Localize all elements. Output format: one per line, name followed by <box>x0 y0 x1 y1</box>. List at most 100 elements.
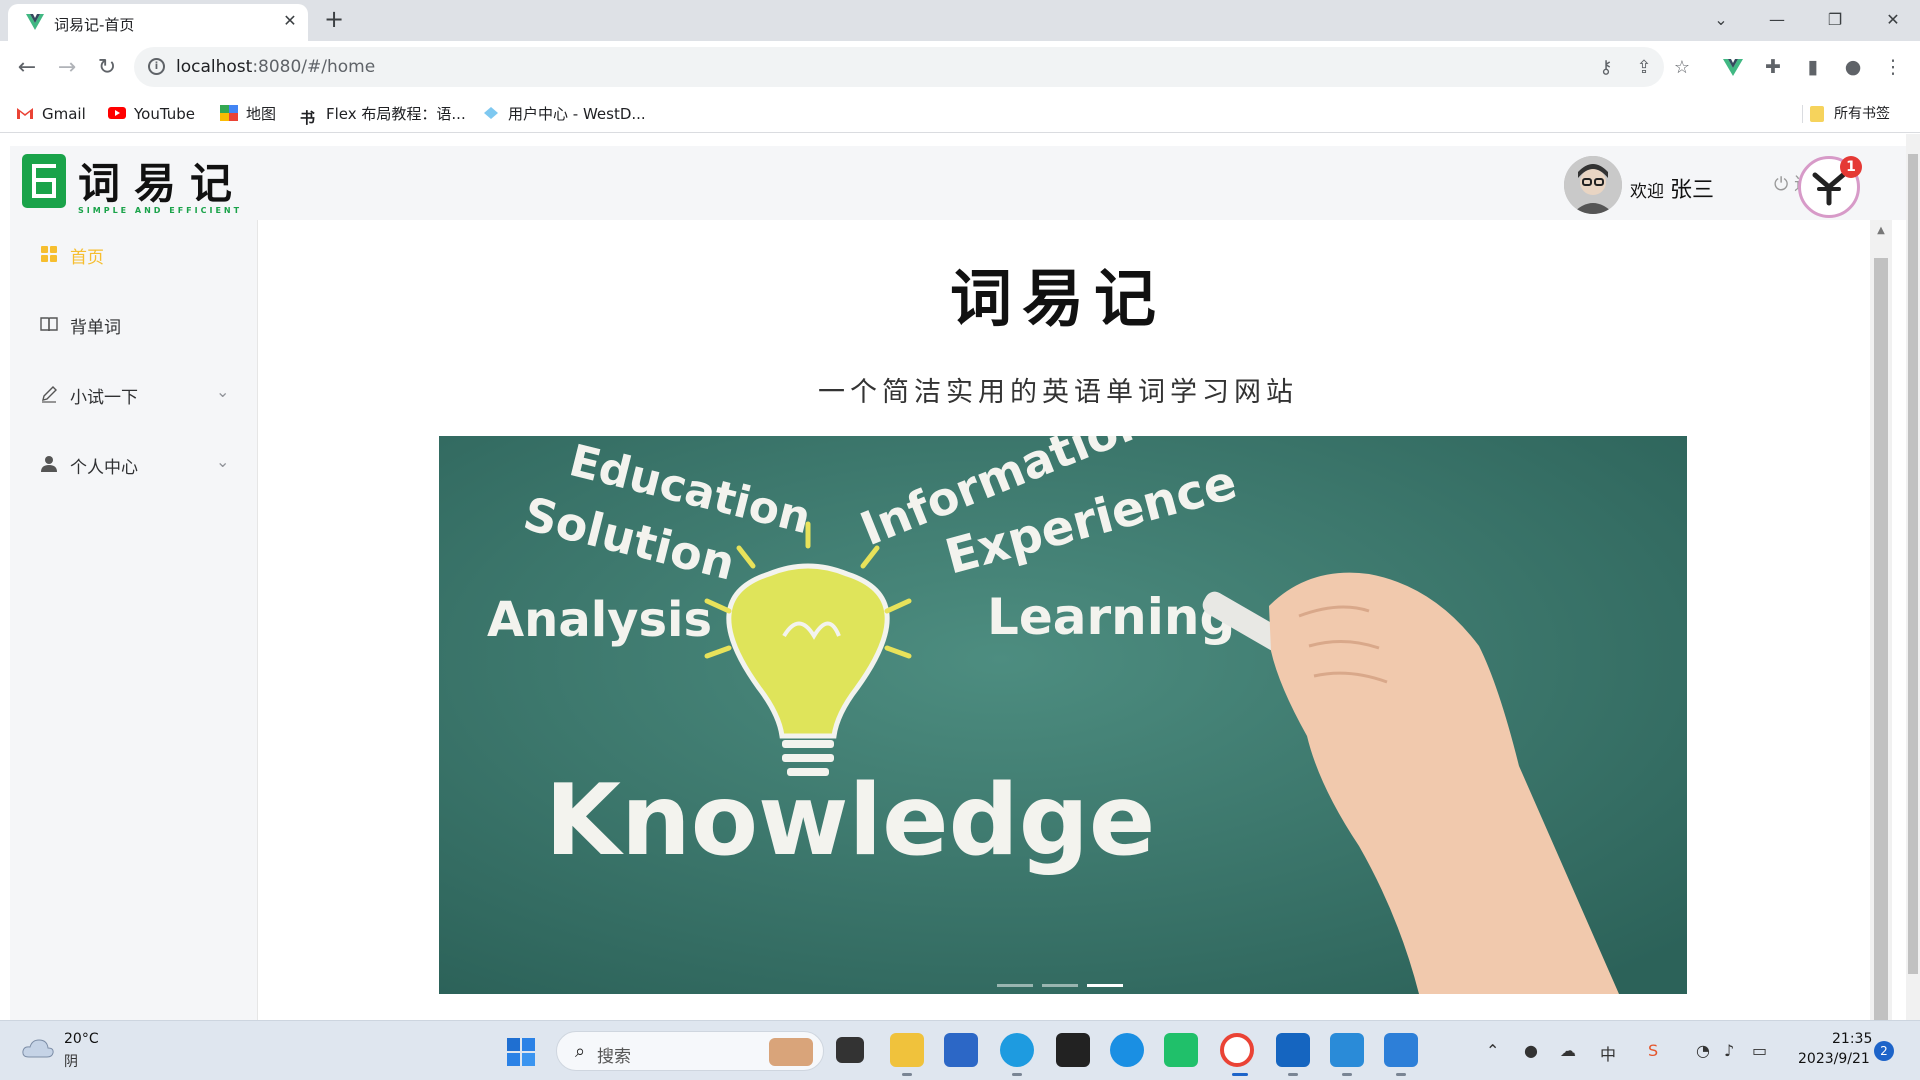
sidebar-item-profile[interactable]: 个人中心 ⌄ <box>10 436 258 492</box>
bookmark-maps[interactable]: 地图 <box>220 103 276 125</box>
all-bookmarks[interactable]: 所有书签 <box>1810 103 1890 125</box>
vscode-icon[interactable] <box>1330 1033 1364 1067</box>
book-icon <box>40 317 58 332</box>
content-scroll-thumb[interactable] <box>1874 258 1888 1020</box>
banner-carousel[interactable]: Education Information Solution Experienc… <box>439 436 1687 994</box>
sidebar-item-label: 个人中心 <box>70 458 138 478</box>
chevron-down-icon[interactable]: ⌄ <box>216 382 229 401</box>
carousel-indicators <box>995 972 1125 991</box>
running-indicator <box>1396 1073 1406 1076</box>
input-method-icon[interactable]: 中 <box>1600 1041 1616 1065</box>
page-scrollbar[interactable] <box>1906 134 1920 1020</box>
scroll-up-icon[interactable]: ▲ <box>1874 224 1888 238</box>
sidebar-item-label: 背单词 <box>70 318 121 338</box>
maps-icon <box>220 104 238 121</box>
edge-icon[interactable] <box>1000 1033 1034 1067</box>
side-panel-icon[interactable]: ▮ <box>1800 54 1826 80</box>
bookmark-westd[interactable]: 用户中心 - WestD... <box>482 103 646 125</box>
extensions-icon[interactable]: ✚ <box>1760 54 1786 80</box>
chalk-word: Learning <box>987 588 1235 646</box>
carousel-dot-3[interactable] <box>1087 984 1124 987</box>
qq-icon[interactable]: ● <box>1524 1041 1538 1060</box>
file-explorer-icon[interactable] <box>890 1033 924 1067</box>
onedrive-icon[interactable]: ☁ <box>1560 1041 1576 1060</box>
windows-start-icon[interactable] <box>506 1037 536 1067</box>
profile-icon[interactable]: ● <box>1840 54 1866 80</box>
reload-icon[interactable]: ↻ <box>92 53 122 83</box>
wifi-icon[interactable]: ◔ <box>1696 1041 1710 1060</box>
search-label: 搜索 <box>597 1047 631 1067</box>
running-indicator <box>1288 1073 1298 1076</box>
user-icon <box>41 456 57 472</box>
page-scroll-thumb[interactable] <box>1908 154 1918 974</box>
page-subtitle: 一个简洁实用的英语单词学习网站 <box>818 377 1298 408</box>
chrome-icon[interactable] <box>1220 1033 1254 1067</box>
key-icon[interactable]: ⚷ <box>1594 56 1618 80</box>
site-info-icon[interactable]: i <box>148 58 165 75</box>
microsoft-store-icon[interactable] <box>944 1033 978 1067</box>
page-margin <box>0 134 10 1020</box>
youtube-icon <box>108 106 126 119</box>
app-header: 词易记 SIMPLE AND EFFICIENT 欢迎张三 ⏻ 退出 <box>10 146 1906 220</box>
browser-tab-bar: 词易记-首页 ✕ + ⌄ — ❐ ✕ <box>0 0 1920 41</box>
gmail-icon <box>17 107 33 119</box>
tab-home[interactable]: 词易记-首页 ✕ <box>8 4 308 41</box>
welcome-text: 欢迎 张三 <box>1630 178 1715 203</box>
avatar[interactable] <box>1564 156 1622 214</box>
menu-icon[interactable]: ⋮ <box>1880 54 1906 80</box>
bookmarks-bar: Gmail YouTube 地图 书 Flex 布局教程：语... 用户中心 - … <box>0 95 1920 133</box>
minimize-button[interactable]: — <box>1754 6 1800 34</box>
whiteboard-icon[interactable] <box>1276 1033 1310 1067</box>
bookmark-gmail[interactable]: Gmail <box>16 103 86 125</box>
forward-icon[interactable]: → <box>52 53 82 83</box>
bookmark-youtube[interactable]: YouTube <box>108 103 195 125</box>
close-window-button[interactable]: ✕ <box>1870 6 1916 34</box>
search-icon: ⌕ <box>575 1041 586 1062</box>
ie-icon[interactable] <box>1110 1033 1144 1067</box>
knowledge-banner-image: Education Information Solution Experienc… <box>439 436 1687 994</box>
clock-date[interactable]: 2023/9/21 <box>1798 1051 1870 1067</box>
logo-icon[interactable] <box>22 154 66 208</box>
chevron-down-icon[interactable]: ⌄ <box>216 452 229 471</box>
address-bar[interactable]: i localhost:8080/#/home ⚷ ⇪ ☆ <box>134 47 1690 87</box>
search-highlight-icon <box>769 1038 813 1066</box>
app-tray-icon[interactable]: S <box>1648 1041 1658 1060</box>
sidebar-item-vocabulary[interactable]: 背单词 <box>10 296 258 352</box>
paint-icon[interactable] <box>1384 1033 1418 1067</box>
blog-icon: 书 <box>300 108 316 127</box>
vue-icon <box>26 14 44 30</box>
chalk-word: Knowledge <box>545 764 1155 878</box>
taskbar: 20°C 阴 ⌕ 搜索 ⌃ ● ☁ 中 S ◔ ♪ ▭ 21:35 2023/9… <box>0 1020 1920 1080</box>
carousel-dot-2[interactable] <box>1042 984 1079 987</box>
clock-time[interactable]: 21:35 <box>1832 1031 1872 1047</box>
tray-overflow-icon[interactable]: ⌃ <box>1486 1041 1499 1060</box>
bookmark-flex-tutorial[interactable]: 书 Flex 布局教程：语... <box>300 103 466 127</box>
chat-app-icon[interactable] <box>1164 1033 1198 1067</box>
star-icon[interactable]: ☆ <box>1670 56 1694 80</box>
volume-icon[interactable]: ♪ <box>1724 1041 1734 1060</box>
url-text[interactable]: localhost:8080/#/home <box>176 57 375 77</box>
sidebar-item-home[interactable]: 首页 <box>10 226 258 282</box>
back-icon[interactable]: ← <box>12 53 42 83</box>
tab-search-button[interactable]: ⌄ <box>1698 6 1744 34</box>
new-tab-button[interactable]: + <box>322 7 346 32</box>
restore-button[interactable]: ❐ <box>1812 6 1858 34</box>
folder-icon <box>1810 106 1824 122</box>
share-icon[interactable]: ⇪ <box>1632 56 1656 80</box>
battery-icon[interactable]: ▭ <box>1752 1041 1767 1060</box>
running-indicator <box>902 1073 912 1076</box>
content-scrollbar[interactable]: ▲ <box>1870 220 1892 1020</box>
unity-icon[interactable] <box>1056 1033 1090 1067</box>
notification-badge[interactable]: 2 <box>1874 1041 1894 1061</box>
taskbar-search[interactable]: ⌕ 搜索 <box>556 1031 824 1071</box>
sidebar-item-quiz[interactable]: 小试一下 ⌄ <box>10 366 258 422</box>
notification-badge: 1 <box>1840 156 1862 178</box>
vue-devtools-icon[interactable] <box>1720 54 1746 80</box>
sidebar-item-label: 首页 <box>70 248 104 268</box>
task-view-icon[interactable] <box>836 1037 864 1063</box>
carousel-dot-1[interactable] <box>997 984 1033 987</box>
weather-temperature[interactable]: 20°C <box>64 1031 99 1047</box>
weather-description[interactable]: 阴 <box>64 1051 78 1071</box>
tab-close-button[interactable]: ✕ <box>280 11 300 31</box>
logo-subtitle: SIMPLE AND EFFICIENT <box>78 206 243 215</box>
